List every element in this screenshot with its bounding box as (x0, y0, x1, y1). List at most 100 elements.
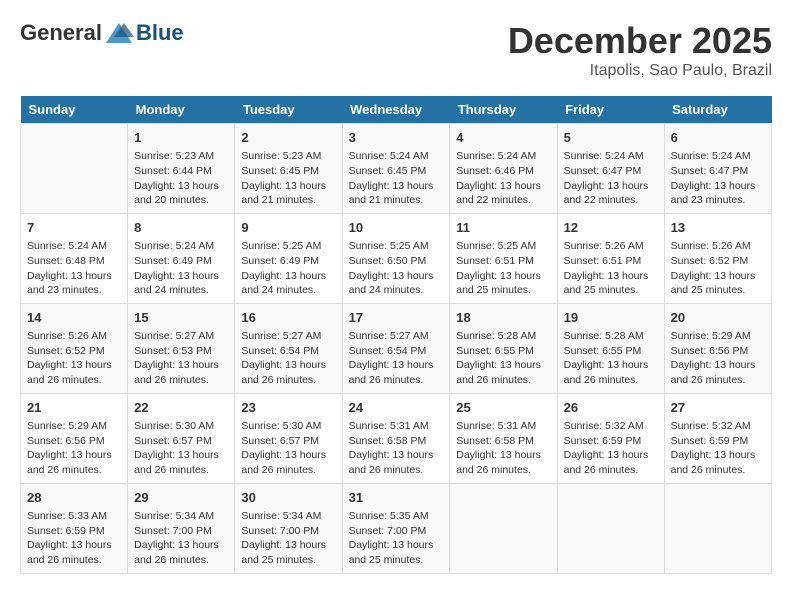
day-info: Sunrise: 5:32 AMSunset: 6:59 PMDaylight:… (564, 419, 658, 478)
day-number: 31 (349, 489, 444, 507)
day-info: Sunrise: 5:26 AMSunset: 6:52 PMDaylight:… (671, 239, 765, 298)
day-info: Sunrise: 5:27 AMSunset: 6:54 PMDaylight:… (349, 329, 444, 388)
title-block: December 2025 Itapolis, Sao Paulo, Brazi… (508, 20, 772, 80)
calendar-cell: 21 Sunrise: 5:29 AMSunset: 6:56 PMDayligh… (21, 393, 128, 483)
calendar-cell (664, 483, 771, 573)
day-info: Sunrise: 5:35 AMSunset: 7:00 PMDaylight:… (349, 509, 444, 568)
calendar-cell (450, 483, 557, 573)
day-number: 25 (456, 399, 550, 417)
day-number: 13 (671, 219, 765, 237)
day-number: 15 (134, 309, 228, 327)
day-number: 14 (27, 309, 121, 327)
day-info: Sunrise: 5:31 AMSunset: 6:58 PMDaylight:… (349, 419, 444, 478)
day-number: 20 (671, 309, 765, 327)
day-info: Sunrise: 5:25 AMSunset: 6:49 PMDaylight:… (241, 239, 335, 298)
calendar-cell: 1Sunrise: 5:23 AMSunset: 6:44 PMDaylight… (128, 124, 235, 214)
day-number: 8 (134, 219, 228, 237)
day-info: Sunrise: 5:26 AMSunset: 6:51 PMDaylight:… (564, 239, 658, 298)
day-info: Sunrise: 5:24 AMSunset: 6:48 PMDaylight:… (27, 239, 121, 298)
calendar-cell: 3 Sunrise: 5:24 AMSunset: 6:45 PMDaylight… (342, 124, 450, 214)
day-number: 12 (564, 219, 658, 237)
day-info: Sunrise: 5:27 AMSunset: 6:53 PMDaylight:… (134, 329, 228, 388)
calendar-week-row: 14 Sunrise: 5:26 AMSunset: 6:52 PMDayligh… (21, 303, 772, 393)
calendar-cell: 16Sunrise: 5:27 AMSunset: 6:54 PMDayligh… (235, 303, 342, 393)
calendar-cell: 26 Sunrise: 5:32 AMSunset: 6:59 PMDayligh… (557, 393, 664, 483)
day-number: 24 (349, 399, 444, 417)
calendar-cell: 23Sunrise: 5:30 AMSunset: 6:57 PMDayligh… (235, 393, 342, 483)
calendar-cell: 4 Sunrise: 5:24 AMSunset: 6:46 PMDaylight… (450, 124, 557, 214)
day-number: 19 (564, 309, 658, 327)
day-info: Sunrise: 5:24 AMSunset: 6:46 PMDaylight:… (456, 149, 550, 208)
day-number: 26 (564, 399, 658, 417)
header-row: SundayMondayTuesdayWednesdayThursdayFrid… (21, 96, 772, 124)
day-info: Sunrise: 5:24 AMSunset: 6:45 PMDaylight:… (349, 149, 444, 208)
day-info: Sunrise: 5:24 AMSunset: 6:49 PMDaylight:… (134, 239, 228, 298)
calendar-cell: 29 Sunrise: 5:34 AMSunset: 7:00 PMDayligh… (128, 483, 235, 573)
calendar-cell: 24 Sunrise: 5:31 AMSunset: 6:58 PMDayligh… (342, 393, 450, 483)
calendar-body: 1Sunrise: 5:23 AMSunset: 6:44 PMDaylight… (21, 124, 772, 574)
day-info: Sunrise: 5:23 AMSunset: 6:44 PMDaylight:… (134, 149, 228, 208)
header-day: Tuesday (235, 96, 342, 124)
day-info: Sunrise: 5:28 AMSunset: 6:55 PMDaylight:… (564, 329, 658, 388)
calendar-cell: 5 Sunrise: 5:24 AMSunset: 6:47 PMDaylight… (557, 124, 664, 214)
calendar-cell: 15 Sunrise: 5:27 AMSunset: 6:53 PMDayligh… (128, 303, 235, 393)
logo: General Blue (20, 20, 184, 46)
calendar-cell: 14 Sunrise: 5:26 AMSunset: 6:52 PMDayligh… (21, 303, 128, 393)
logo-general-text: General (20, 20, 102, 46)
calendar-header: SundayMondayTuesdayWednesdayThursdayFrid… (21, 96, 772, 124)
calendar-week-row: 1Sunrise: 5:23 AMSunset: 6:44 PMDaylight… (21, 124, 772, 214)
calendar-cell: 13 Sunrise: 5:26 AMSunset: 6:52 PMDayligh… (664, 213, 771, 303)
day-number: 10 (349, 219, 444, 237)
calendar-cell: 9 Sunrise: 5:25 AMSunset: 6:49 PMDaylight… (235, 213, 342, 303)
calendar-cell: 12 Sunrise: 5:26 AMSunset: 6:51 PMDayligh… (557, 213, 664, 303)
day-number: 6 (671, 129, 765, 147)
day-info: Sunrise: 5:25 AMSunset: 6:50 PMDaylight:… (349, 239, 444, 298)
day-number: 11 (456, 219, 550, 237)
calendar-cell: 10 Sunrise: 5:25 AMSunset: 6:50 PMDayligh… (342, 213, 450, 303)
calendar-week-row: 7 Sunrise: 5:24 AMSunset: 6:48 PMDaylight… (21, 213, 772, 303)
calendar-cell: 31 Sunrise: 5:35 AMSunset: 7:00 PMDayligh… (342, 483, 450, 573)
day-number: 30 (241, 489, 335, 507)
location: Itapolis, Sao Paulo, Brazil (508, 62, 772, 80)
calendar-cell: 30Sunrise: 5:34 AMSunset: 7:00 PMDayligh… (235, 483, 342, 573)
day-info: Sunrise: 5:28 AMSunset: 6:55 PMDaylight:… (456, 329, 550, 388)
day-number: 9 (241, 219, 335, 237)
calendar-cell: 17Sunrise: 5:27 AMSunset: 6:54 PMDayligh… (342, 303, 450, 393)
calendar-cell: 2Sunrise: 5:23 AMSunset: 6:45 PMDaylight… (235, 124, 342, 214)
header-day: Thursday (450, 96, 557, 124)
calendar-cell: 19 Sunrise: 5:28 AMSunset: 6:55 PMDayligh… (557, 303, 664, 393)
calendar-cell: 18Sunrise: 5:28 AMSunset: 6:55 PMDayligh… (450, 303, 557, 393)
header-day: Wednesday (342, 96, 450, 124)
calendar-cell: 22Sunrise: 5:30 AMSunset: 6:57 PMDayligh… (128, 393, 235, 483)
calendar-cell: 6Sunrise: 5:24 AMSunset: 6:47 PMDaylight… (664, 124, 771, 214)
calendar-cell: 20 Sunrise: 5:29 AMSunset: 6:56 PMDayligh… (664, 303, 771, 393)
day-info: Sunrise: 5:26 AMSunset: 6:52 PMDaylight:… (27, 329, 121, 388)
day-info: Sunrise: 5:23 AMSunset: 6:45 PMDaylight:… (241, 149, 335, 208)
day-number: 3 (349, 129, 444, 147)
day-number: 7 (27, 219, 121, 237)
day-info: Sunrise: 5:24 AMSunset: 6:47 PMDaylight:… (564, 149, 658, 208)
calendar-week-row: 28 Sunrise: 5:33 AMSunset: 6:59 PMDayligh… (21, 483, 772, 573)
logo-icon (104, 21, 134, 45)
calendar-cell: 11Sunrise: 5:25 AMSunset: 6:51 PMDayligh… (450, 213, 557, 303)
calendar-cell: 8 Sunrise: 5:24 AMSunset: 6:49 PMDaylight… (128, 213, 235, 303)
day-number: 5 (564, 129, 658, 147)
day-info: Sunrise: 5:29 AMSunset: 6:56 PMDaylight:… (671, 329, 765, 388)
calendar-cell (21, 124, 128, 214)
day-number: 29 (134, 489, 228, 507)
day-number: 4 (456, 129, 550, 147)
day-info: Sunrise: 5:33 AMSunset: 6:59 PMDaylight:… (27, 509, 121, 568)
day-info: Sunrise: 5:31 AMSunset: 6:58 PMDaylight:… (456, 419, 550, 478)
day-info: Sunrise: 5:34 AMSunset: 7:00 PMDaylight:… (134, 509, 228, 568)
header-day: Saturday (664, 96, 771, 124)
day-number: 21 (27, 399, 121, 417)
logo-blue-text: Blue (136, 20, 184, 46)
page-header: General Blue December 2025 Itapolis, Sao… (20, 20, 772, 80)
day-info: Sunrise: 5:30 AMSunset: 6:57 PMDaylight:… (134, 419, 228, 478)
day-info: Sunrise: 5:29 AMSunset: 6:56 PMDaylight:… (27, 419, 121, 478)
day-number: 23 (241, 399, 335, 417)
day-number: 28 (27, 489, 121, 507)
calendar-cell: 27Sunrise: 5:32 AMSunset: 6:59 PMDayligh… (664, 393, 771, 483)
calendar-week-row: 21 Sunrise: 5:29 AMSunset: 6:56 PMDayligh… (21, 393, 772, 483)
day-number: 16 (241, 309, 335, 327)
